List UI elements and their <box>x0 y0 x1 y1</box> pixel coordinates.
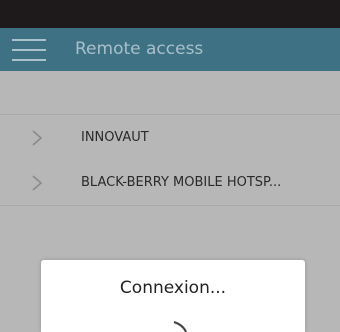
network-list: INNOVAUT BLACK-BERRY MOBILE HOTSP... <box>0 114 340 206</box>
app-bar: Remote access <box>0 28 340 71</box>
chevron-right-icon <box>32 175 43 191</box>
page-title: Remote access <box>75 39 204 59</box>
loading-spinner-icon <box>173 321 187 332</box>
list-item-label: INNOVAUT <box>81 130 149 145</box>
dialog-title: Connexion... <box>119 278 227 298</box>
list-item-label: BLACK-BERRY MOBILE HOTSP... <box>81 175 282 190</box>
status-bar <box>0 0 340 28</box>
chevron-right-icon <box>32 130 43 146</box>
list-item[interactable]: INNOVAUT <box>0 115 340 160</box>
hamburger-menu-icon[interactable] <box>12 37 46 63</box>
list-item[interactable]: BLACK-BERRY MOBILE HOTSP... <box>0 160 340 205</box>
